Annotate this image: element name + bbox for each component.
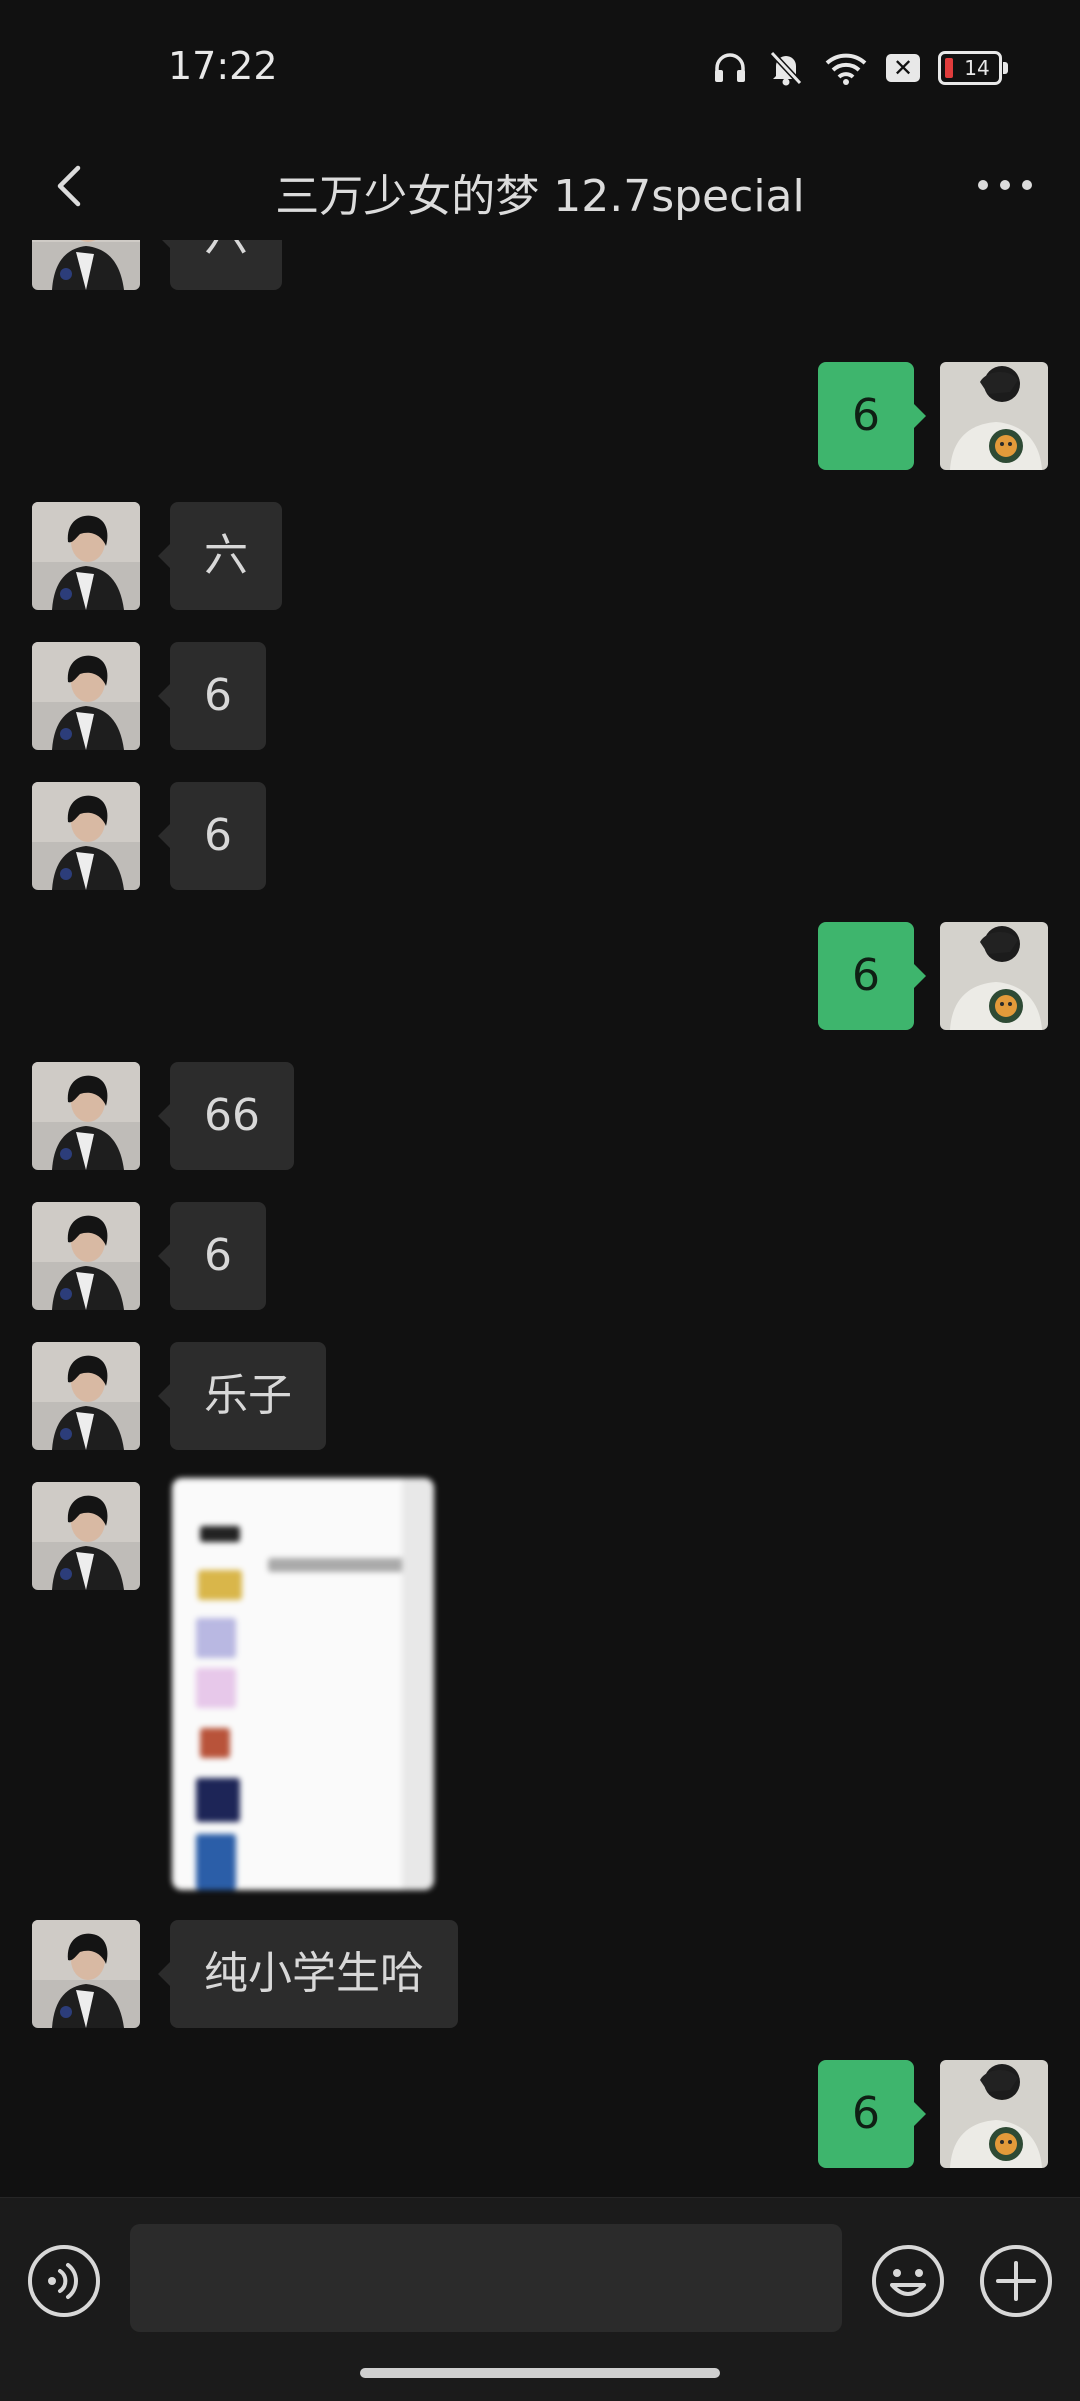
home-indicator[interactable] xyxy=(360,2368,720,2378)
message-bubble-incoming[interactable]: 6 xyxy=(158,782,266,890)
more-actions-button[interactable] xyxy=(978,2243,1054,2319)
battery-level: 14 xyxy=(964,56,990,80)
contact-avatar[interactable] xyxy=(32,1482,140,1590)
emoji-button[interactable] xyxy=(870,2243,946,2319)
status-time: 17:22 xyxy=(168,44,278,88)
message-bubble-outgoing[interactable]: 6 xyxy=(818,2060,926,2168)
contact-avatar[interactable] xyxy=(32,782,140,890)
self-avatar[interactable] xyxy=(940,2060,1048,2168)
plus-icon xyxy=(980,2245,1052,2317)
message-bubble-outgoing[interactable]: 6 xyxy=(818,922,926,1030)
message-bubble-incoming[interactable]: 66 xyxy=(158,1062,294,1170)
image-message[interactable] xyxy=(172,1478,434,1890)
smiley-icon xyxy=(872,2245,944,2317)
self-avatar[interactable] xyxy=(940,362,1048,470)
contact-avatar[interactable] xyxy=(32,1062,140,1170)
contact-avatar[interactable] xyxy=(32,502,140,610)
headphones-icon xyxy=(715,53,745,82)
wifi-icon xyxy=(825,53,867,85)
message-bubble-incoming[interactable]: 六 xyxy=(158,502,282,610)
contact-avatar[interactable] xyxy=(32,240,140,290)
contact-avatar[interactable] xyxy=(32,1202,140,1310)
battery-icon: 14 xyxy=(938,51,1008,85)
chat-title: 三万少女的梦 12.7special xyxy=(275,171,805,222)
chat-header: 三万少女的梦 12.7special xyxy=(0,130,1080,240)
more-dots-icon xyxy=(978,180,1032,190)
no-sim-icon: ✕ xyxy=(886,54,920,82)
input-bar xyxy=(0,2197,1080,2401)
message-bubble-incoming[interactable]: 6 xyxy=(158,1202,266,1310)
contact-avatar[interactable] xyxy=(32,1920,140,2028)
more-options-button[interactable] xyxy=(970,160,1040,210)
message-bubble-incoming[interactable]: 六 xyxy=(158,240,282,290)
voice-icon xyxy=(28,2245,100,2317)
voice-input-button[interactable] xyxy=(26,2243,102,2319)
contact-avatar[interactable] xyxy=(32,1342,140,1450)
mute-bell-icon xyxy=(769,50,803,86)
message-bubble-incoming[interactable]: 乐子 xyxy=(158,1342,326,1450)
contact-avatar[interactable] xyxy=(32,642,140,750)
status-icons: ✕ 14 xyxy=(712,48,1008,88)
message-bubble-incoming[interactable]: 纯小学生哈 xyxy=(158,1920,458,2028)
status-bar: 17:22 ✕ 14 xyxy=(0,0,1080,130)
message-bubble-outgoing[interactable]: 6 xyxy=(818,362,926,470)
message-list[interactable]: 六 6 六 6 xyxy=(0,240,1080,2197)
self-avatar[interactable] xyxy=(940,922,1048,1030)
message-input[interactable] xyxy=(130,2224,842,2332)
message-bubble-incoming[interactable]: 6 xyxy=(158,642,266,750)
